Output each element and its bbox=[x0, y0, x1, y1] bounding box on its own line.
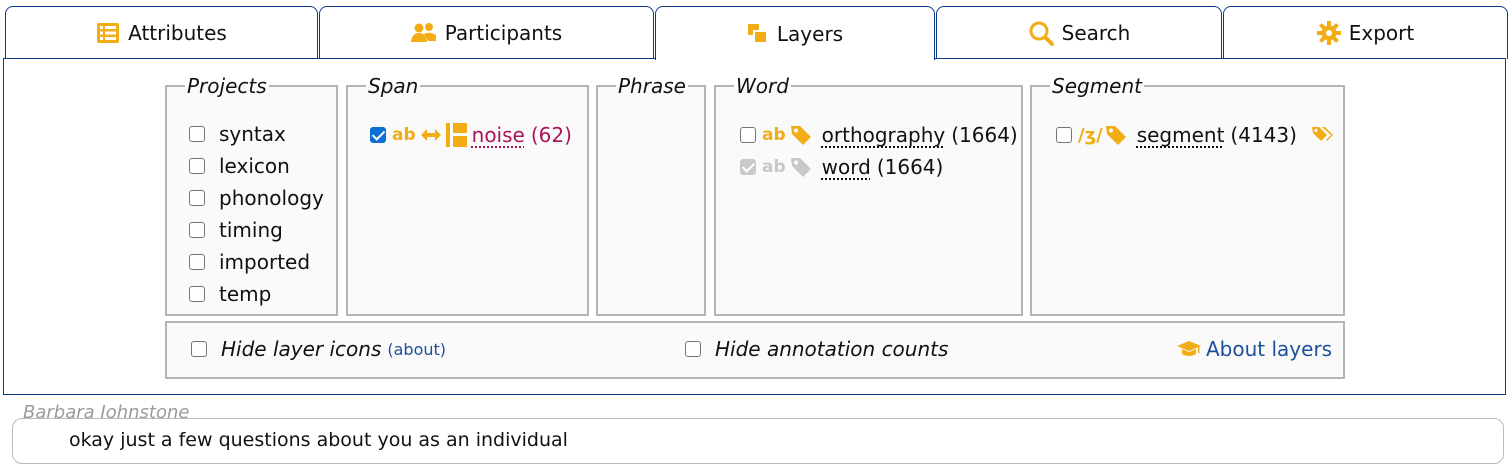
project-item-temp[interactable]: temp bbox=[189, 282, 271, 306]
tab-label: Export bbox=[1348, 21, 1415, 45]
projects-legend: Projects bbox=[187, 74, 267, 98]
graduation-cap-icon bbox=[1177, 339, 1201, 359]
checkbox bbox=[740, 159, 756, 175]
span-legend: Span bbox=[368, 74, 419, 98]
users-icon bbox=[410, 22, 437, 44]
checkbox[interactable] bbox=[1056, 127, 1072, 143]
tab-layers[interactable]: Layers bbox=[655, 6, 935, 60]
alignment-icon bbox=[445, 123, 468, 147]
annotation-count: (1664) bbox=[876, 155, 944, 179]
tab-label: Search bbox=[1061, 21, 1131, 45]
layer-noise[interactable]: ab noise (62) bbox=[370, 123, 572, 147]
layer-segment[interactable]: /ʒ/ segment (4143) bbox=[1056, 123, 1337, 147]
checkbox[interactable] bbox=[189, 254, 205, 270]
checkbox[interactable] bbox=[191, 341, 207, 357]
tag-icon bbox=[790, 124, 812, 146]
tab-bar: Attributes Participants Layers Search Ex… bbox=[5, 6, 1508, 60]
tab-participants[interactable]: Participants bbox=[319, 6, 654, 59]
tab-label: Attributes bbox=[128, 21, 227, 45]
checkbox[interactable] bbox=[370, 127, 386, 143]
search-icon bbox=[1028, 20, 1054, 46]
project-item-phonology[interactable]: phonology bbox=[189, 186, 324, 210]
checkbox[interactable] bbox=[740, 127, 756, 143]
tags-icon bbox=[1311, 125, 1337, 145]
layer-name-link[interactable]: word bbox=[822, 155, 871, 179]
word-group: Word ab orthography (1664) ab word (1664… bbox=[714, 76, 1023, 316]
project-item-syntax[interactable]: syntax bbox=[189, 122, 286, 146]
tag-icon bbox=[1105, 124, 1127, 146]
span-group: Span ab noise (62) bbox=[346, 76, 589, 316]
layers-panel: Projects syntax lexicon phonology timing… bbox=[3, 58, 1506, 395]
alphanumeric-icon: ab bbox=[762, 157, 786, 177]
checkbox[interactable] bbox=[189, 158, 205, 174]
annotation-count: (4143) bbox=[1230, 123, 1297, 147]
phrase-group: Phrase bbox=[596, 76, 706, 316]
about-layers-link[interactable]: About layers bbox=[1177, 337, 1332, 361]
tab-search[interactable]: Search bbox=[936, 6, 1222, 59]
tab-export[interactable]: Export bbox=[1223, 6, 1508, 59]
project-item-lexicon[interactable]: lexicon bbox=[189, 154, 290, 178]
layer-name-link[interactable]: noise bbox=[472, 123, 525, 147]
phrase-legend: Phrase bbox=[618, 74, 686, 98]
alphanumeric-icon: ab bbox=[762, 125, 786, 145]
annotation-count: (62) bbox=[530, 123, 572, 147]
layers-icon bbox=[747, 23, 769, 45]
segment-group: Segment /ʒ/ segment (4143) bbox=[1030, 76, 1345, 316]
layer-name-link[interactable]: orthography bbox=[822, 123, 946, 147]
about-link[interactable]: (about) bbox=[387, 340, 446, 359]
table-list-icon bbox=[96, 22, 120, 44]
interval-arrows-icon bbox=[420, 127, 442, 143]
checkbox[interactable] bbox=[685, 341, 701, 357]
tab-attributes[interactable]: Attributes bbox=[5, 6, 318, 59]
alphanumeric-icon: ab bbox=[392, 125, 416, 145]
segment-legend: Segment bbox=[1052, 74, 1142, 98]
gear-icon bbox=[1316, 21, 1341, 45]
checkbox[interactable] bbox=[189, 286, 205, 302]
project-item-timing[interactable]: timing bbox=[189, 218, 283, 242]
layer-word[interactable]: ab word (1664) bbox=[740, 155, 943, 179]
checkbox[interactable] bbox=[189, 126, 205, 142]
project-item-imported[interactable]: imported bbox=[189, 250, 310, 274]
projects-group: Projects syntax lexicon phonology timing… bbox=[165, 76, 338, 316]
layer-name-link[interactable]: segment bbox=[1137, 123, 1225, 147]
hide-layer-icons-option[interactable]: Hide layer icons (about) bbox=[191, 337, 446, 361]
word-legend: Word bbox=[736, 74, 789, 98]
tag-icon bbox=[790, 156, 812, 178]
utterance-text: okay just a few questions about you as a… bbox=[69, 429, 568, 451]
checkbox[interactable] bbox=[189, 190, 205, 206]
tab-label: Participants bbox=[444, 21, 563, 45]
tab-label: Layers bbox=[776, 21, 844, 46]
hide-annotation-counts-option[interactable]: Hide annotation counts bbox=[685, 337, 948, 361]
checkbox[interactable] bbox=[189, 222, 205, 238]
options-bar: Hide layer icons (about) Hide annotation… bbox=[165, 321, 1345, 379]
layer-orthography[interactable]: ab orthography (1664) bbox=[740, 123, 1018, 147]
utterance-line[interactable]: okay just a few questions about you as a… bbox=[12, 418, 1504, 464]
annotation-count: (1664) bbox=[951, 123, 1018, 147]
phonological-icon: /ʒ/ bbox=[1078, 124, 1103, 146]
